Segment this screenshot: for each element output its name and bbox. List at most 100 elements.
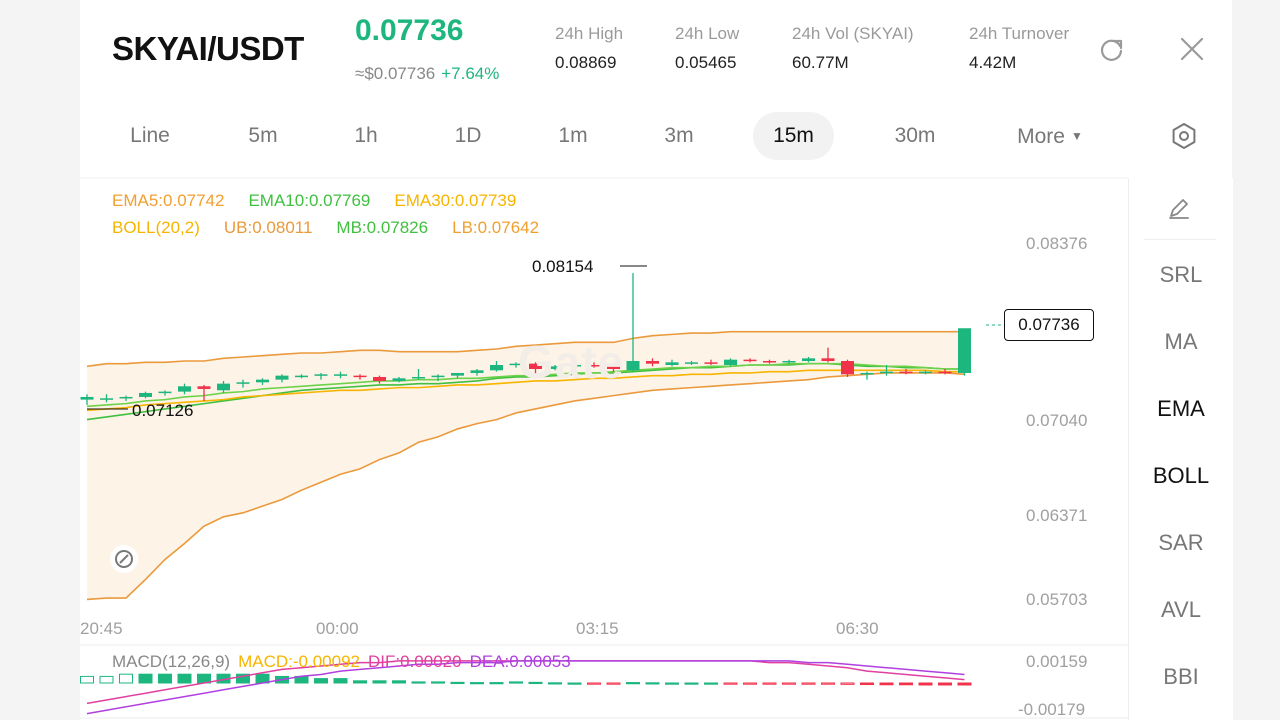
macd-histogram-bar	[743, 682, 757, 685]
macd-histogram-bar	[450, 681, 465, 685]
candle-body	[295, 375, 308, 378]
candle-body	[704, 362, 718, 364]
close-icon[interactable]	[1177, 34, 1207, 64]
candle-body	[841, 361, 854, 375]
pencil-draw-icon[interactable]	[1166, 195, 1192, 221]
candle-body	[743, 359, 757, 362]
boll-params: BOLL(20,2)	[112, 218, 200, 237]
macd-y-tick-label: 0.00159	[1026, 652, 1088, 671]
x-tick-label: 03:15	[576, 619, 619, 638]
macd-histogram-bar	[587, 682, 601, 685]
candle-body	[451, 372, 464, 376]
ema30-value: EMA30:0.07739	[394, 191, 517, 210]
candle-body	[880, 371, 893, 374]
current-price-tag[interactable]: 0.07736	[1004, 309, 1094, 341]
low-price-marker: 0.07126	[132, 401, 194, 420]
candle-body	[256, 379, 269, 383]
macd-histogram-bar	[762, 682, 777, 685]
macd-histogram-bar	[684, 682, 699, 685]
macd-histogram-bar	[801, 682, 816, 685]
macd-histogram-bar	[177, 673, 192, 684]
sidebar-item-avl[interactable]: AVL	[1129, 597, 1233, 623]
macd-histogram-bar	[957, 682, 972, 686]
candle-body	[119, 396, 133, 399]
pen-circle-icon	[115, 550, 133, 568]
y-tick-label: 0.08376	[1026, 234, 1088, 253]
high-price-marker: 0.08154	[532, 257, 594, 276]
macd-histogram-bar	[470, 682, 484, 685]
candle-body	[314, 374, 328, 376]
macd-histogram-bar	[821, 682, 835, 685]
sidebar-item-boll[interactable]: BOLL	[1129, 463, 1233, 489]
boll-lb-value: LB:0.07642	[452, 218, 540, 237]
sidebar-item-ma[interactable]: MA	[1129, 329, 1233, 355]
boll-mb-value: MB:0.07826	[336, 218, 429, 237]
macd-histogram-bar	[372, 680, 387, 684]
candle-body	[763, 361, 776, 363]
drawing-mode-toggle[interactable]	[110, 545, 138, 573]
candle-body	[197, 386, 211, 389]
macd-dif-value: DIF:0.00020	[368, 652, 462, 671]
candle-body	[490, 364, 503, 371]
y-tick-label: 0.07040	[1026, 411, 1088, 430]
sidebar-item-sar[interactable]: SAR	[1129, 530, 1233, 556]
candle-body	[470, 370, 484, 373]
x-tick-label: 06:30	[836, 619, 879, 638]
indicator-sidebar: SRL MA EMA BOLL SAR AVL BBI	[1128, 178, 1233, 720]
macd-histogram-bar	[509, 681, 523, 684]
sidebar-item-bbi[interactable]: BBI	[1129, 664, 1233, 690]
candle-body	[80, 396, 94, 400]
candle-body	[431, 375, 445, 378]
candle-body	[919, 371, 932, 374]
macd-histogram-bar	[99, 675, 114, 684]
x-tick-label: 00:00	[316, 619, 359, 638]
macd-histogram-bar	[548, 682, 562, 685]
candle-body	[626, 361, 640, 371]
macd-histogram-bar	[119, 673, 133, 684]
macd-histogram-bar	[353, 680, 367, 684]
macd-histogram-bar	[138, 673, 153, 684]
macd-histogram-bar	[567, 682, 582, 685]
candle-body	[958, 328, 971, 373]
macd-histogram-bar	[704, 682, 718, 685]
macd-histogram-bar	[606, 682, 621, 685]
macd-histogram-bar	[489, 682, 504, 685]
macd-histogram-bar	[840, 682, 855, 685]
sidebar-item-srl[interactable]: SRL	[1129, 262, 1233, 288]
macd-histogram-bar	[158, 673, 172, 684]
candle-body	[100, 398, 113, 400]
candle-body	[178, 386, 191, 392]
macd-histogram-bar	[879, 682, 894, 686]
candle-body	[334, 374, 347, 376]
ema5-value: EMA5:0.07742	[112, 191, 225, 210]
y-tick-label: 0.05703	[1026, 590, 1088, 609]
chart-settings-gear-icon[interactable]	[1170, 122, 1198, 150]
macd-params: MACD(12,26,9)	[112, 652, 231, 671]
candle-body	[938, 371, 952, 374]
candle-body	[392, 378, 406, 381]
macd-value: MACD:-0.00092	[238, 652, 360, 671]
macd-histogram-bar	[645, 682, 660, 685]
candle-body	[665, 362, 679, 365]
boll-legend: BOLL(20,2) UB:0.08011 MB:0.07826 LB:0.07642	[112, 218, 563, 238]
macd-histogram-bar	[333, 678, 348, 684]
macd-histogram-bar	[626, 682, 640, 685]
candle-body	[236, 382, 250, 384]
candle-body	[802, 358, 815, 362]
gate-watermark-logo: Gate	[518, 336, 625, 388]
macd-histogram-bar	[528, 681, 543, 685]
macd-histogram-bar	[80, 675, 94, 684]
candle-body	[373, 376, 386, 381]
candle-body	[646, 361, 659, 364]
macd-histogram-bar	[314, 678, 328, 684]
sidebar-item-ema[interactable]: EMA	[1129, 396, 1233, 422]
macd-histogram-bar	[938, 682, 952, 686]
macd-histogram-bar	[392, 680, 406, 684]
macd-y-tick-label: -0.00179	[1018, 700, 1086, 719]
candle-body	[275, 375, 289, 380]
x-tick-label: 20:45	[80, 619, 123, 638]
macd-histogram-bar	[411, 681, 426, 684]
sidebar-divider	[1144, 239, 1216, 240]
macd-histogram-bar	[899, 682, 913, 686]
ema-legend: EMA5:0.07742 EMA10:0.07769 EMA30:0.07739	[112, 191, 540, 211]
